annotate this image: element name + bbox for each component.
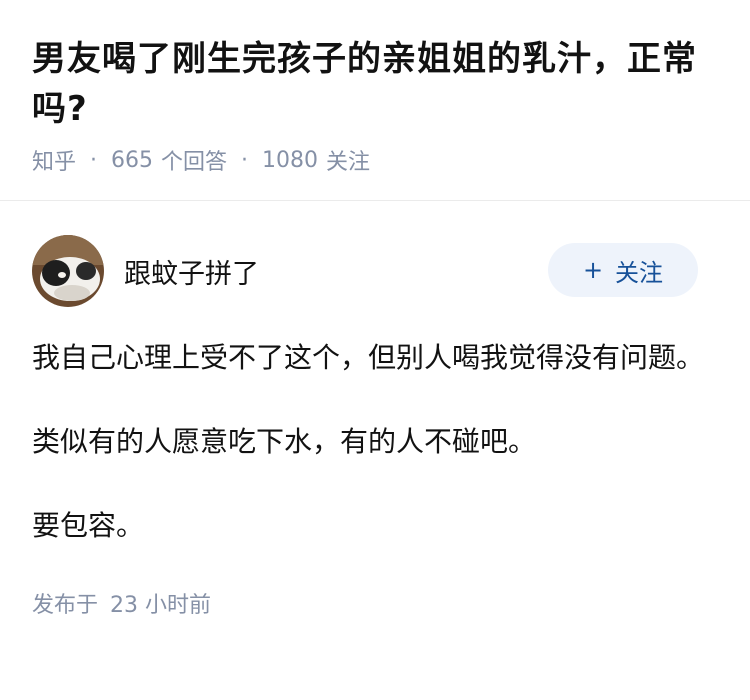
published-time: 23 小时前 [110,593,212,618]
question-meta: 知乎 · 665 个回答 · 1080 关注 [32,144,718,176]
follow-button[interactable]: + 关注 [548,243,698,297]
answer-count-label: 个回答 [161,150,228,175]
plus-icon: + [582,256,604,284]
author-name[interactable]: 跟蚊子拼了 [124,252,259,291]
question-title[interactable]: 男友喝了刚生完孩子的亲姐姐的乳汁，正常吗? [32,34,718,134]
publish-info: 发布于 23 小时前 [32,587,718,619]
follow-count-label: 关注 [326,150,371,175]
answer-count: 665 [111,147,154,173]
answer-content: 我自己心理上受不了这个，但别人喝我觉得没有问题。 类似有的人愿意吃下水，有的人不… [32,335,718,549]
author-row: 跟蚊子拼了 + 关注 [32,235,718,307]
follow-count: 1080 [262,147,319,173]
separator-dot: · [241,147,249,173]
avatar[interactable] [32,235,104,307]
answer-card: 跟蚊子拼了 + 关注 我自己心理上受不了这个，但别人喝我觉得没有问题。 类似有的… [0,235,750,619]
answer-paragraph: 类似有的人愿意吃下水，有的人不碰吧。 [32,425,537,458]
published-label: 发布于 [32,593,99,618]
source-label[interactable]: 知乎 [32,144,76,176]
question-header: 男友喝了刚生完孩子的亲姐姐的乳汁，正常吗? 知乎 · 665 个回答 · 108… [0,0,750,175]
cat-avatar-icon [32,235,104,307]
separator-dot: · [90,147,98,173]
answer-paragraph: 要包容。 [32,509,145,542]
answer-paragraph: 我自己心理上受不了这个，但别人喝我觉得没有问题。 [32,341,705,374]
section-divider [0,200,750,201]
follow-button-label: 关注 [615,258,664,287]
